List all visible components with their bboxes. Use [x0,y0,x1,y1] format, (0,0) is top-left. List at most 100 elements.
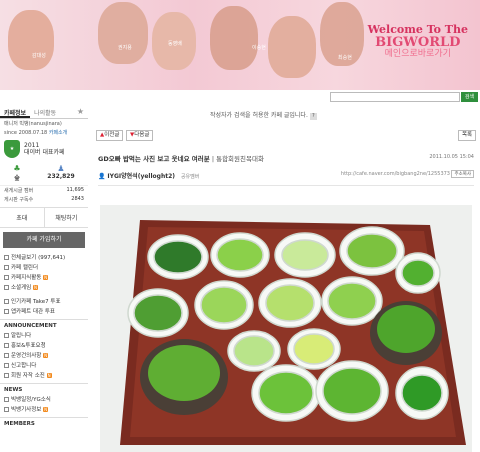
search-input[interactable] [330,92,460,102]
author-avatar-icon: 👤 [98,173,106,180]
game-icon [4,285,9,290]
since-line: since 2008.07.18 카페소개 [0,128,88,137]
calendar-icon [4,265,9,270]
invite-button[interactable]: 초대 [0,208,44,227]
menu-label: 전체글보기 [11,255,37,261]
grade-icon: ♣ [13,164,21,173]
menu-label: 홍보&투표요청 [11,343,46,349]
cafe-intro-link[interactable]: 카페소개 [49,130,67,136]
post-author[interactable]: 👤 IYGI양현석(yelloght2) 공유멤버 [98,171,199,180]
board-icon [4,255,9,260]
home-link-title[interactable]: Welcome To The BIGWORLD 메인으로바로가기 [367,23,468,60]
author-name: IYGI양현석(yelloght2) [107,173,176,180]
member-name: 감대성 [32,53,46,59]
new-badge: N [46,373,52,378]
post-category[interactable]: | 통합회원친목대화 [212,155,264,163]
board-icon [4,363,9,368]
search-allowed-notice: 작성자가 검색을 허용한 카페 글입니다. ? [210,110,317,120]
cafe-badge: ★ 2011 대이버 대표카페 [0,137,88,161]
menu-calendar[interactable]: 카페 캘린더 [0,262,88,272]
list-button[interactable]: 목록 [458,130,477,141]
menu-all-posts[interactable]: 전체글보기 (997,641) [0,252,88,262]
member-photo [268,16,316,78]
member-name: 최승현 [338,55,352,61]
board-icon [4,373,9,378]
board-icon [4,275,9,280]
new-post-value: 11,695 [66,187,85,193]
new-badge: N [33,285,38,290]
go-main-text: 메인으로바로가기 [384,49,451,60]
search-bar: 검색 [0,90,480,104]
grade-value: 숲 [14,175,20,182]
cafe-actions: 초대 채팅하기 [0,207,88,228]
new-post-count: 새게시글 캠버 11,695 [0,186,88,195]
copy-url-button[interactable]: 주소복사 [451,170,474,178]
chat-button[interactable]: 채팅하기 [43,208,89,227]
menu-promo[interactable]: 홍보&투표요청 [0,340,88,350]
vote-icon [4,299,9,304]
menu-label: 회원 자작 소진 [11,373,45,379]
members-count: 232,829 [47,173,75,180]
menu-articles[interactable]: 빅뱅기사정보 N [0,404,88,414]
menu-take7-vote[interactable]: 인기카페 Take7 투표 [0,296,88,306]
menu-label: 앱카페트 대관 투표 [11,309,55,315]
cafe-banner[interactable]: 감대성 권지용 동영배 이승현 최승현 Welcome To The BIGWO… [0,0,480,90]
menu-label: 카페 캘린더 [11,265,39,271]
since-date: since 2008.07.18 [4,130,48,136]
board-icon [4,397,9,402]
author-grade: 공유멤버 [180,174,200,180]
menu-social-game[interactable]: 소셜게임 N [0,282,88,292]
grade-stat[interactable]: ♣ 숲 [13,164,20,182]
tab-my-activity[interactable]: 나의활동 [30,105,60,118]
help-icon[interactable]: ? [309,113,317,120]
cafe-stats: ♣ 숲 ♟ 232,829 [0,161,88,186]
menu-label: 인기카페 Take7 투표 [11,299,61,305]
member-name: 이승현 [252,45,266,51]
prev-post-button[interactable]: ▲이전글 [96,130,124,141]
welcome-text: Welcome To The [367,23,468,36]
new-post-label: 새게시글 캠버 [4,188,34,194]
prev-label: 이전글 [104,132,120,138]
post-title-text: GD오빠 밥먹는 사진 보고 웃네요 여러분 [98,155,210,163]
sidebar: 카페정보 나의활동 ★ 매니저 빅뱅(nanusjinara) since 20… [0,105,88,452]
manager-label: 매니저 [4,121,18,127]
section-announcement: ANNOUNCEMENT [0,319,88,330]
menu-suggestion[interactable]: 운영건의사항 N [0,350,88,360]
menu-notice[interactable]: 알립니다 [0,330,88,340]
menu-schedule[interactable]: 빅뱅일정/YG소식 [0,394,88,404]
next-post-button[interactable]: ▼다음글 [126,130,154,141]
menu-label: 신고합니다 [11,363,37,369]
subscribe-value: 2843 [71,196,84,202]
member-name: 권지용 [118,45,132,51]
badge-icon: ★ [4,140,20,158]
post-title: GD오빠 밥먹는 사진 보고 웃네요 여러분 | 통합회원친목대화 [98,153,264,163]
search-button[interactable]: 검색 [461,92,478,102]
new-badge: N [43,407,49,412]
section-members: MEMBERS [0,417,88,428]
star-icon[interactable]: ★ [73,105,88,118]
post-view: 작성자가 검색을 허용한 카페 글입니다. ? ▲이전글 ▼다음글 목록 GD오… [92,105,480,452]
sidebar-tabs: 카페정보 나의활동 ★ [0,105,88,119]
tab-cafe-info[interactable]: 카페정보 [0,105,31,118]
menu-member-made[interactable]: 회원 자작 소진 N [0,370,88,380]
menu-label: 카페지식활동 [11,275,42,281]
subscribe-label: 게시판 구독수 [4,197,34,203]
members-stat[interactable]: ♟ 232,829 [47,164,74,182]
next-label: 다음글 [134,132,150,138]
menu-app-vote[interactable]: 앱카페트 대관 투표 [0,306,88,316]
new-badge: N [43,275,49,280]
vote-icon [4,309,9,314]
section-news: NEWS [0,383,88,394]
menu-report[interactable]: 신고합니다 [0,360,88,370]
manager-name[interactable]: 빅뱅(nanusjinara) [19,121,61,127]
menu-label: 소셜게임 [11,285,32,291]
post-permalink[interactable]: http://cafe.naver.com/bigbang2ne/1255373 [341,171,450,177]
join-cafe-button[interactable]: 카페 가입하기 [3,232,85,248]
badge-text: 대이버 대표카페 [24,149,65,156]
menu-knowledge[interactable]: 카페지식활동 N [0,272,88,282]
badge-year: 2011 [24,141,40,149]
manager-line: 매니저 빅뱅(nanusjinara) [0,119,88,128]
subscribe-count: 게시판 구독수 2843 [0,195,88,204]
post-date: 2011.10.05 15:04 [429,154,474,160]
menu-label: 빅뱅일정/YG소식 [11,397,51,403]
